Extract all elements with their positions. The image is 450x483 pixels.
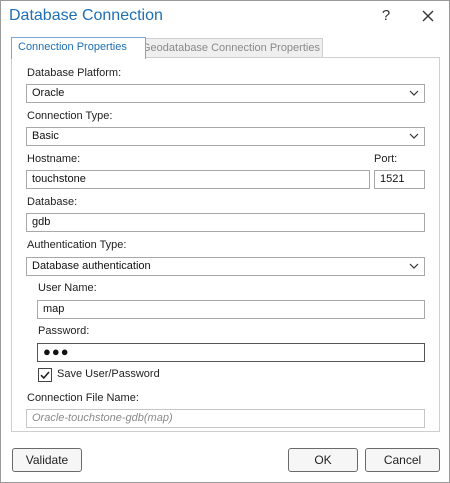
database-input[interactable]: gdb: [26, 213, 425, 232]
authentication-type-value: Database authentication: [32, 260, 151, 272]
help-icon[interactable]: ?: [378, 7, 394, 27]
chevron-down-icon: [409, 133, 419, 139]
database-platform-select[interactable]: Oracle: [26, 84, 425, 103]
connection-type-label: Connection Type:: [27, 110, 113, 122]
checkmark-icon: [40, 371, 50, 380]
username-input[interactable]: map: [37, 300, 425, 319]
validate-button[interactable]: Validate: [12, 448, 82, 472]
connection-type-value: Basic: [32, 130, 59, 142]
authentication-type-select[interactable]: Database authentication: [26, 257, 425, 276]
password-mask: ●●●: [43, 344, 70, 359]
database-platform-value: Oracle: [32, 87, 65, 99]
save-user-password-checkbox[interactable]: [38, 368, 52, 382]
ok-button[interactable]: OK: [288, 448, 358, 472]
port-label: Port:: [374, 153, 398, 165]
password-input[interactable]: ●●●: [37, 343, 425, 362]
tab-connection-properties[interactable]: Connection Properties: [11, 37, 146, 59]
connection-file-name-field: Oracle-touchstone-gdb(map): [26, 409, 425, 428]
connection-type-select[interactable]: Basic: [26, 127, 425, 146]
database-platform-label: Database Platform:: [27, 67, 122, 79]
dialog-title: Database Connection: [9, 7, 163, 24]
authentication-type-label: Authentication Type:: [27, 239, 127, 251]
database-connection-dialog: Database Connection ? Connection Propert…: [0, 0, 450, 483]
chevron-down-icon: [409, 90, 419, 96]
hostname-label: Hostname:: [27, 153, 81, 165]
hostname-input[interactable]: touchstone: [26, 170, 370, 189]
close-icon[interactable]: [417, 5, 439, 27]
username-label: User Name:: [38, 282, 97, 294]
chevron-down-icon: [409, 263, 419, 269]
database-label: Database:: [27, 196, 78, 208]
password-label: Password:: [38, 325, 90, 337]
connection-file-name-label: Connection File Name:: [27, 392, 139, 404]
cancel-button[interactable]: Cancel: [365, 448, 440, 472]
save-user-password-label: Save User/Password: [57, 368, 160, 380]
tab-geodatabase-connection-properties[interactable]: Geodatabase Connection Properties: [135, 38, 323, 59]
port-input[interactable]: 1521: [374, 170, 425, 189]
